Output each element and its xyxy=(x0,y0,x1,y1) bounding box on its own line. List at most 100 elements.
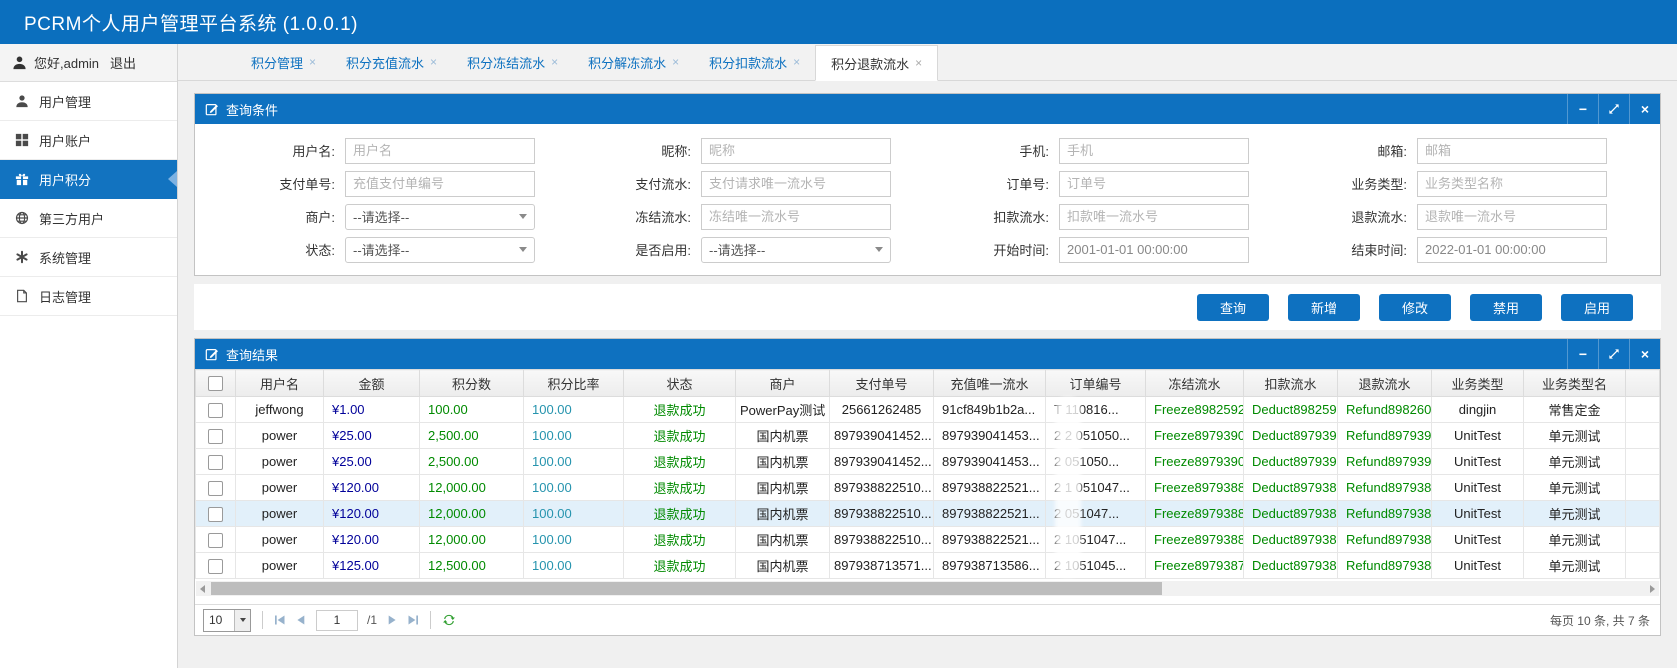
tab-close-icon[interactable]: × xyxy=(430,55,437,69)
first-page-button[interactable] xyxy=(274,614,286,626)
refund-serial-input[interactable] xyxy=(1417,204,1607,230)
table-cell: 12,000.00 xyxy=(420,475,524,501)
select-all-checkbox[interactable] xyxy=(208,376,223,391)
table-cell: 91cf849b1b2a... xyxy=(934,397,1046,423)
table-cell: 2 2 051050... xyxy=(1046,423,1146,449)
table-cell: Refund898260... xyxy=(1338,397,1432,423)
table-cell: 100.00 xyxy=(524,475,624,501)
disable-button[interactable]: 禁用 xyxy=(1470,294,1542,321)
tab-close-icon[interactable]: × xyxy=(915,56,922,70)
select-all-cell xyxy=(196,370,236,397)
page-size-select[interactable]: 10 xyxy=(203,609,251,632)
row-checkbox[interactable] xyxy=(208,481,223,496)
enable-button[interactable]: 启用 xyxy=(1561,294,1633,321)
table-cell: Deduct897938... xyxy=(1244,553,1338,579)
page-number-input[interactable] xyxy=(316,610,358,631)
table-cell: Deduct898259... xyxy=(1244,397,1338,423)
table-cell: 100.00 xyxy=(524,527,624,553)
add-button[interactable]: 新增 xyxy=(1288,294,1360,321)
tab-points-unfreeze-flow[interactable]: 积分解冻流水× xyxy=(573,44,694,80)
biz-type-input[interactable] xyxy=(1417,171,1607,197)
logout-link[interactable]: 退出 xyxy=(110,53,136,72)
email-input[interactable] xyxy=(1417,138,1607,164)
nickname-label: 昵称: xyxy=(553,141,701,160)
sidebar-item-third-party-user[interactable]: 第三方用户 xyxy=(0,199,177,238)
nickname-input[interactable] xyxy=(701,138,891,164)
status-label: 状态: xyxy=(195,240,345,259)
table-row[interactable]: power¥120.0012,000.00100.00退款成功国内机票89793… xyxy=(196,501,1660,527)
phone-input[interactable] xyxy=(1059,138,1249,164)
last-page-button[interactable] xyxy=(407,614,419,626)
row-checkbox[interactable] xyxy=(208,507,223,522)
sidebar-item-system-management[interactable]: 系统管理 xyxy=(0,238,177,277)
close-icon[interactable]: × xyxy=(1629,339,1660,369)
edit-button[interactable]: 修改 xyxy=(1379,294,1451,321)
close-icon[interactable]: × xyxy=(1629,94,1660,124)
greeting-text: 您好,admin xyxy=(34,53,99,72)
prev-page-button[interactable] xyxy=(295,614,307,626)
scroll-right-icon[interactable] xyxy=(1650,585,1655,593)
start-time-input[interactable] xyxy=(1059,237,1249,263)
table-cell: ¥25.00 xyxy=(324,423,420,449)
horizontal-scrollbar[interactable] xyxy=(196,581,1659,596)
search-button[interactable]: 查询 xyxy=(1197,294,1269,321)
table-cell: Deduct897939... xyxy=(1244,423,1338,449)
dropdown-arrow-icon[interactable] xyxy=(519,214,527,219)
sidebar-item-user-points[interactable]: 用户积分 xyxy=(0,160,177,199)
tab-close-icon[interactable]: × xyxy=(793,55,800,69)
tab-close-icon[interactable]: × xyxy=(309,55,316,69)
end-time-input[interactable] xyxy=(1417,237,1607,263)
scroll-left-icon[interactable] xyxy=(200,585,205,593)
refresh-button[interactable] xyxy=(442,613,456,627)
tab-close-icon[interactable]: × xyxy=(672,55,679,69)
collapse-icon[interactable]: − xyxy=(1567,339,1598,369)
sidebar-item-user-management[interactable]: 用户管理 xyxy=(0,82,177,121)
tab-close-icon[interactable]: × xyxy=(551,55,558,69)
expand-icon[interactable] xyxy=(1598,94,1629,124)
tab-points-management[interactable]: 积分管理× xyxy=(236,44,331,80)
page-size-arrow-icon[interactable] xyxy=(234,610,250,631)
sidebar-item-log-management[interactable]: 日志管理 xyxy=(0,277,177,316)
table-row[interactable]: power¥120.0012,000.00100.00退款成功国内机票89793… xyxy=(196,475,1660,501)
tab-points-freeze-flow[interactable]: 积分冻结流水× xyxy=(452,44,573,80)
deduct-serial-input[interactable] xyxy=(1059,204,1249,230)
order-no-label: 订单号: xyxy=(911,174,1059,193)
table-cell: 100.00 xyxy=(524,501,624,527)
tab-points-refund-flow[interactable]: 积分退款流水× xyxy=(815,45,938,81)
row-checkbox[interactable] xyxy=(208,559,223,574)
globe-icon xyxy=(14,211,30,225)
dropdown-arrow-icon[interactable] xyxy=(519,247,527,252)
order-no-input[interactable] xyxy=(1059,171,1249,197)
table-cell: 897938713586... xyxy=(934,553,1046,579)
row-checkbox[interactable] xyxy=(208,455,223,470)
grid-icon xyxy=(14,133,30,147)
table-row[interactable]: power¥25.002,500.00100.00退款成功国内机票8979390… xyxy=(196,449,1660,475)
user-icon xyxy=(14,94,30,108)
collapse-icon[interactable]: − xyxy=(1567,94,1598,124)
tab-points-recharge-flow[interactable]: 积分充值流水× xyxy=(331,44,452,80)
table-row[interactable]: power¥120.0012,000.00100.00退款成功国内机票89793… xyxy=(196,527,1660,553)
table-row[interactable]: jeffwong¥1.00100.00100.00退款成功PowerPay测试2… xyxy=(196,397,1660,423)
tab-points-deduct-flow[interactable]: 积分扣款流水× xyxy=(694,44,815,80)
row-checkbox[interactable] xyxy=(208,429,223,444)
username-input[interactable] xyxy=(345,138,535,164)
table-row[interactable]: power¥25.002,500.00100.00退款成功国内机票8979390… xyxy=(196,423,1660,449)
pager-separator xyxy=(262,611,263,629)
scrollbar-thumb[interactable] xyxy=(211,582,1162,595)
pay-order-no-input[interactable] xyxy=(345,171,535,197)
sidebar-item-user-account[interactable]: 用户账户 xyxy=(0,121,177,160)
merchant-select[interactable]: --请选择-- xyxy=(345,204,535,230)
row-checkbox[interactable] xyxy=(208,533,223,548)
table-row[interactable]: power¥125.0012,500.00100.00退款成功国内机票89793… xyxy=(196,553,1660,579)
next-page-button[interactable] xyxy=(386,614,398,626)
enabled-select[interactable]: --请选择-- xyxy=(701,237,891,263)
freeze-serial-input[interactable] xyxy=(701,204,891,230)
app-title: PCRM个人用户管理平台系统 (1.0.0.1) xyxy=(24,9,358,36)
pay-serial-input[interactable] xyxy=(701,171,891,197)
expand-icon[interactable] xyxy=(1598,339,1629,369)
status-select[interactable]: --请选择-- xyxy=(345,237,535,263)
dropdown-arrow-icon[interactable] xyxy=(875,247,883,252)
row-checkbox[interactable] xyxy=(208,403,223,418)
result-table: 用户名金额积分数积分比率状态商户支付单号充值唯一流水订单编号冻结流水扣款流水退款… xyxy=(195,369,1660,579)
table-cell: 单元测试 xyxy=(1524,501,1626,527)
